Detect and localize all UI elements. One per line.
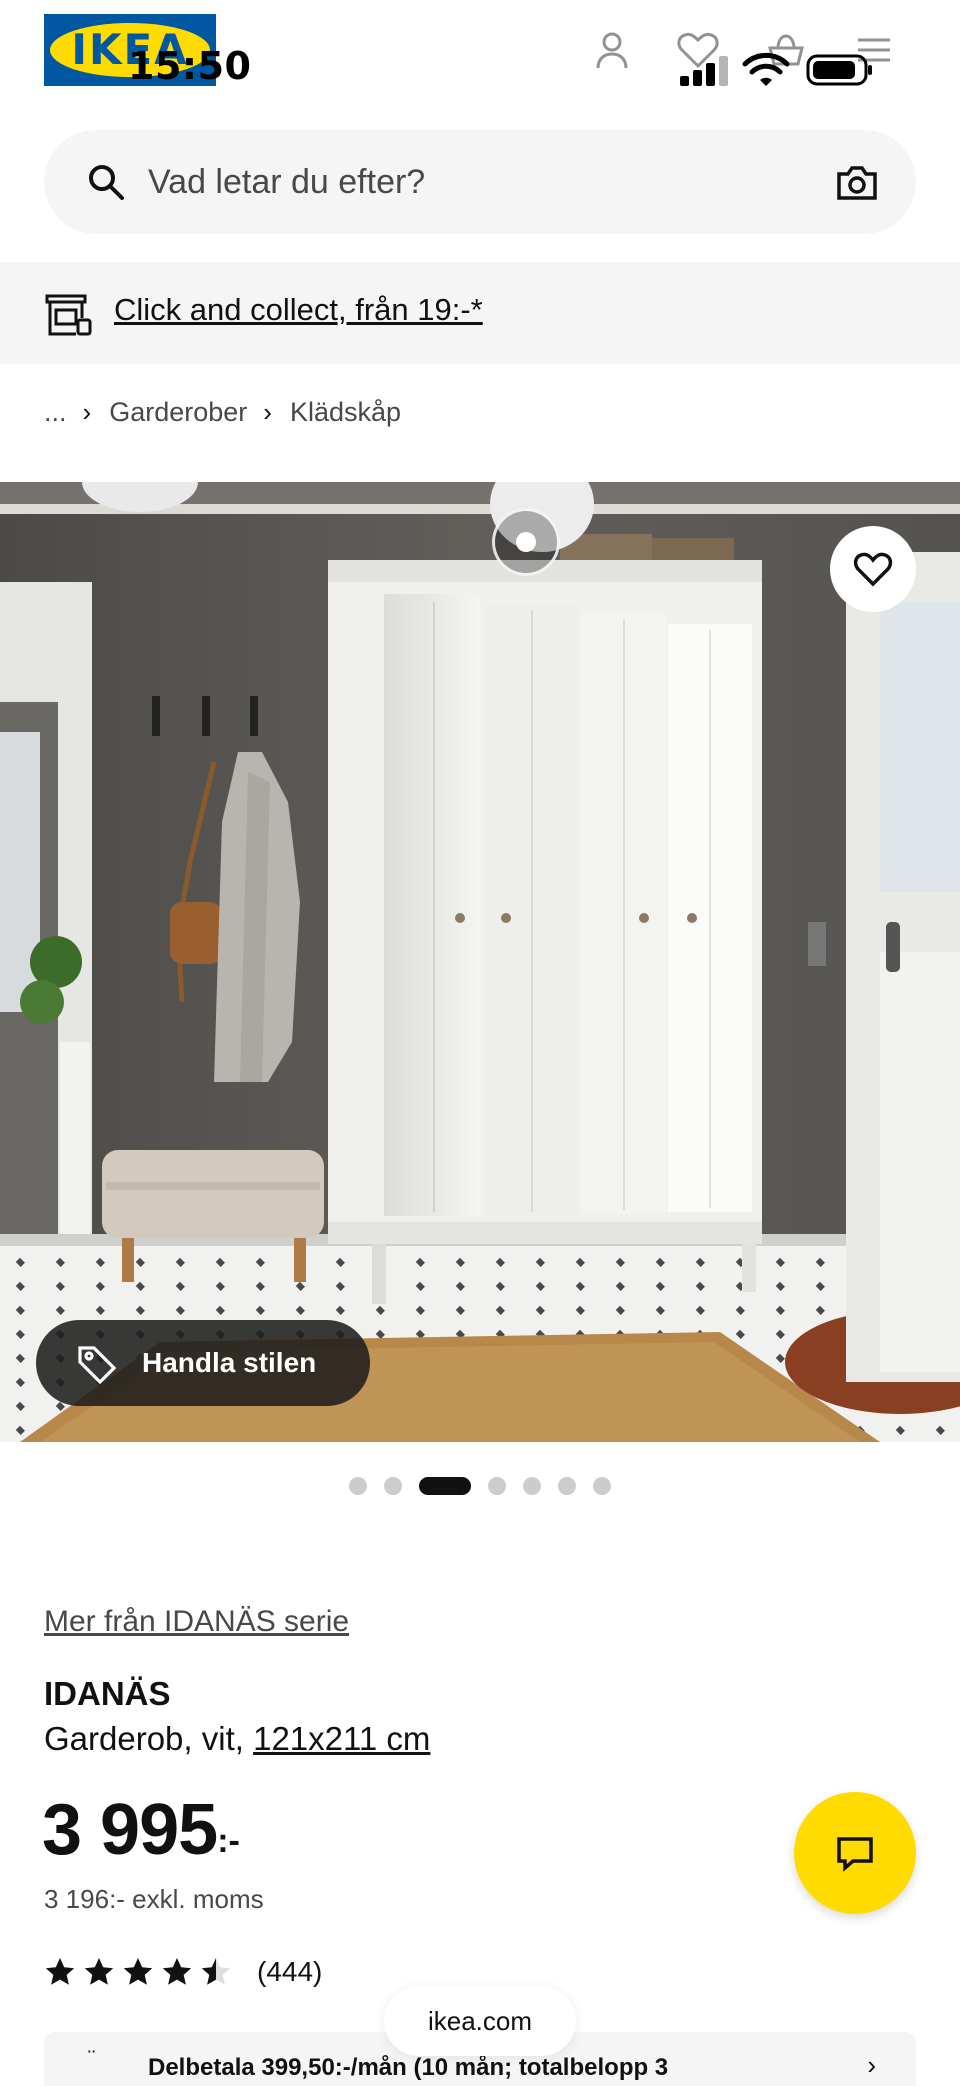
product-rating[interactable]: (444) xyxy=(44,1952,322,1992)
star-full-icon xyxy=(84,1958,114,1985)
price-suffix: :- xyxy=(217,1822,240,1860)
image-carousel-indicator xyxy=(0,1476,960,1496)
shop-the-style-button[interactable]: Handla stilen xyxy=(36,1320,370,1406)
chevron-right-icon: › xyxy=(263,396,272,427)
price-value: 3 995 xyxy=(42,1790,218,1870)
product-price: 3 995:- xyxy=(42,1790,240,1890)
status-time: 15:50 xyxy=(128,44,252,88)
battery-icon xyxy=(806,54,874,86)
carousel-dot[interactable] xyxy=(593,1477,611,1495)
product-image[interactable] xyxy=(0,482,960,1442)
part-payment-text: Delbetala 399,50:-/mån (10 mån; totalbel… xyxy=(148,2054,669,2081)
star-half-icon xyxy=(201,1958,231,1985)
chat-bubble-icon xyxy=(837,1837,873,1872)
breadcrumb-ellipsis[interactable]: ... xyxy=(44,397,67,428)
product-type: Garderob, vit, xyxy=(44,1720,244,1757)
wifi-icon xyxy=(742,50,790,88)
shop-the-style-label: Handla stilen xyxy=(142,1347,317,1378)
tag-icon xyxy=(76,1342,118,1385)
product-name: IDANÄS xyxy=(44,1675,171,1712)
click-and-collect-banner[interactable]: Click and collect, från 19:-* xyxy=(0,262,960,364)
star-full-icon xyxy=(162,1958,192,1985)
search-bar[interactable]: Vad letar du efter? xyxy=(44,130,916,234)
breadcrumb-item-garderober[interactable]: Garderober xyxy=(109,397,247,428)
product-hotspot[interactable] xyxy=(492,508,560,576)
breadcrumb: ... › Garderober › Klädskåp xyxy=(44,392,401,432)
chevron-right-icon: › xyxy=(867,2050,876,2080)
add-to-favorites-button[interactable] xyxy=(830,526,916,612)
chat-button[interactable] xyxy=(794,1792,916,1914)
store-pickup-icon xyxy=(44,292,94,338)
carousel-dot[interactable] xyxy=(384,1477,402,1495)
carousel-dot[interactable] xyxy=(523,1477,541,1495)
hotspot-dot xyxy=(516,532,536,552)
star-full-icon xyxy=(45,1958,75,1985)
camera-icon[interactable] xyxy=(834,160,880,206)
cellular-signal-icon xyxy=(680,56,728,86)
click-and-collect-link[interactable]: Click and collect, från 19:-* xyxy=(114,290,483,330)
carousel-dot-active[interactable] xyxy=(419,1477,471,1495)
browser-url-bar[interactable]: ikea.com xyxy=(384,1986,576,2056)
product-description: Garderob, vit, 121x211 cm xyxy=(44,1718,430,1760)
carousel-dot[interactable] xyxy=(488,1477,506,1495)
profile-icon[interactable] xyxy=(588,26,636,74)
breadcrumb-item-kladskap[interactable]: Klädskåp xyxy=(290,397,401,428)
search-icon xyxy=(84,160,128,204)
search-placeholder: Vad letar du efter? xyxy=(148,163,426,201)
series-link[interactable]: Mer från IDANÄS serie xyxy=(44,1602,349,1642)
chevron-right-icon: › xyxy=(82,396,92,427)
wardrobe-room-illustration xyxy=(0,482,960,1442)
carousel-dot[interactable] xyxy=(349,1477,367,1495)
star-full-icon xyxy=(123,1958,153,1985)
review-count: (444) xyxy=(257,1956,323,1987)
heart-icon xyxy=(853,552,893,587)
payment-icon: ¨ xyxy=(88,2046,96,2071)
price-excl-vat: 3 196:- exkl. moms xyxy=(44,1884,264,1914)
product-size-link[interactable]: 121x211 cm xyxy=(253,1720,430,1757)
carousel-dot[interactable] xyxy=(558,1477,576,1495)
header: IKEA 15:50 xyxy=(0,0,960,112)
